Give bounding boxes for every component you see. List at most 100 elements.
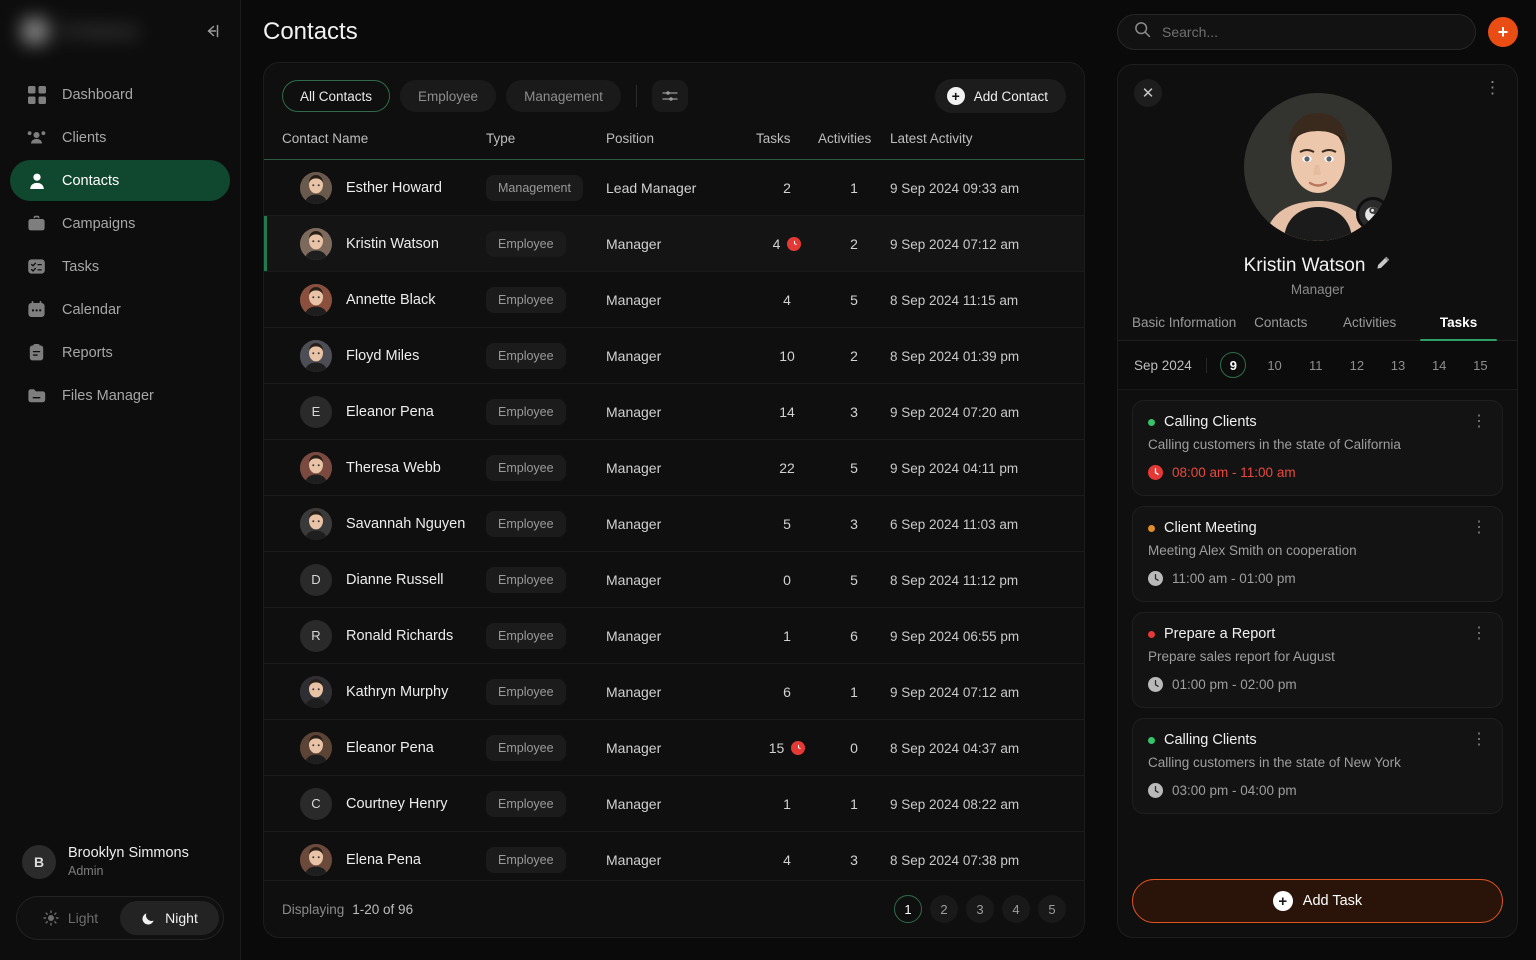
collapse-sidebar-icon[interactable] [198, 18, 224, 44]
clipboard-icon [26, 342, 47, 363]
filter-chip-management[interactable]: Management [506, 80, 621, 112]
column-header-latest-activity[interactable]: Latest Activity [890, 125, 1080, 160]
table-row[interactable]: Theresa Webb Employee Manager 22 5 9 Sep 2024… [264, 439, 1084, 496]
column-header-actions [1080, 125, 1084, 160]
task-card[interactable]: Prepare a Report ⋮ Prepare sales report fo… [1132, 612, 1503, 708]
search-row: + [1117, 0, 1518, 64]
table-row[interactable]: Kathryn Murphy Employee Manager 6 1 9 Sep 202… [264, 663, 1084, 720]
table-row[interactable]: Floyd Miles Employee Manager 10 2 8 Sep 2024 … [264, 327, 1084, 384]
page-button[interactable]: 4 [1002, 895, 1030, 923]
task-kebab-menu-icon[interactable]: ⋮ [1471, 520, 1487, 536]
table-row[interactable]: Annette Black Employee Manager 4 5 8 Sep 2024… [264, 271, 1084, 328]
tab-contacts[interactable]: Contacts [1236, 315, 1325, 340]
contact-name: Floyd Miles [346, 347, 420, 364]
theme-toggle[interactable]: Light Night [16, 896, 224, 940]
page-button[interactable]: 5 [1038, 895, 1066, 923]
day-button[interactable]: 14 [1426, 352, 1452, 378]
tab-basic-information[interactable]: Basic Information [1132, 315, 1236, 340]
table-row[interactable]: R Ronald Richards Employee Manager 1 6 9 Sep 2… [264, 607, 1084, 664]
tasks-count: 22 [779, 459, 795, 476]
sidebar-item-reports[interactable]: Reports [10, 332, 230, 373]
contact-name: Dianne Russell [346, 571, 444, 588]
add-contact-button[interactable]: + Add Contact [934, 79, 1066, 113]
page-button[interactable]: 2 [930, 895, 958, 923]
sidebar-item-tasks[interactable]: Tasks [10, 246, 230, 287]
sidebar-item-calendar[interactable]: Calendar [10, 289, 230, 330]
column-header-tasks[interactable]: Tasks [756, 125, 818, 160]
tab-activities[interactable]: Activities [1325, 315, 1414, 340]
page-button[interactable]: 1 [894, 895, 922, 923]
table-row[interactable]: Savannah Nguyen Employee Manager 5 3 6 Sep 20… [264, 495, 1084, 552]
table-row[interactable]: Kristin Watson Employee Manager 4 2 9 Sep 202… [264, 215, 1084, 272]
day-button[interactable]: 11 [1303, 352, 1329, 378]
theme-option-night[interactable]: Night [120, 901, 219, 935]
cell-activities: 5 [818, 551, 890, 608]
column-header-activities[interactable]: Activities [818, 125, 890, 160]
pagination: 12345 [894, 895, 1066, 923]
cell-tasks: 10 [756, 327, 818, 384]
cell-latest-activity: 6 Sep 2024 11:03 am [890, 495, 1080, 552]
day-button[interactable]: 9 [1220, 352, 1247, 378]
cell-activities: 3 [818, 495, 890, 552]
sidebar-item-label: Contacts [62, 172, 120, 189]
avatar: D [300, 563, 332, 596]
cell-latest-activity: 8 Sep 2024 11:15 am [890, 271, 1080, 328]
sidebar-footer: B Brooklyn Simmons Admin Light Night [0, 834, 240, 960]
date-month-label: Sep 2024 [1134, 357, 1207, 373]
column-header-contact-name[interactable]: Contact Name [264, 125, 486, 160]
profile-name: Kristin Watson [1243, 255, 1366, 276]
cell-actions: ⋮ [1080, 271, 1084, 328]
column-header-position[interactable]: Position [606, 125, 756, 160]
type-badge: Employee [486, 734, 566, 761]
task-card[interactable]: Calling Clients ⋮ Calling customers in the… [1132, 400, 1503, 496]
filter-chip-employee[interactable]: Employee [400, 80, 497, 112]
add-task-label: Add Task [1302, 893, 1363, 909]
cell-latest-activity: 8 Sep 2024 01:39 pm [890, 327, 1080, 384]
task-kebab-menu-icon[interactable]: ⋮ [1471, 414, 1487, 430]
task-card[interactable]: Client Meeting ⋮ Meeting Alex Smith on coo… [1132, 506, 1503, 602]
cell-activities: 5 [818, 439, 890, 496]
day-button[interactable]: 12 [1344, 352, 1370, 378]
sliders-icon[interactable] [651, 80, 688, 112]
cell-contact-name: D Dianne Russell [264, 551, 486, 608]
column-header-type[interactable]: Type [486, 125, 606, 160]
pencil-icon[interactable] [1375, 255, 1391, 277]
cell-contact-name: Kristin Watson [264, 215, 486, 272]
search-box[interactable] [1117, 14, 1476, 50]
table-row[interactable]: Elena Pena Employee Manager 4 3 8 Sep 2024 07… [264, 831, 1084, 880]
theme-light-label: Light [67, 910, 99, 926]
table-row[interactable]: E Eleanor Pena Employee Manager 14 3 9 Sep 202… [264, 383, 1084, 440]
task-kebab-menu-icon[interactable]: ⋮ [1471, 626, 1487, 642]
moon-icon [142, 912, 154, 925]
camera-icon[interactable] [1355, 197, 1390, 231]
table-row[interactable]: Esther Howard Management Lead Manager 2 1 9 S… [264, 159, 1084, 216]
page-button[interactable]: 3 [966, 895, 994, 923]
sidebar-item-contacts[interactable]: Contacts [10, 160, 230, 201]
day-button[interactable]: 10 [1262, 352, 1288, 378]
sidebar-item-dashboard[interactable]: Dashboard [10, 74, 230, 115]
table-row[interactable]: D Dianne Russell Employee Manager 0 5 8 Sep 20… [264, 551, 1084, 608]
tab-tasks[interactable]: Tasks [1414, 315, 1503, 341]
cell-actions: ⋮ [1080, 607, 1084, 664]
current-user[interactable]: B Brooklyn Simmons Admin [16, 834, 224, 896]
task-description: Meeting Alex Smith on cooperation [1148, 543, 1357, 558]
search-input[interactable] [1162, 24, 1459, 40]
table-row[interactable]: Eleanor Pena Employee Manager 15 0 8 Sep 2024… [264, 719, 1084, 776]
table-row[interactable]: C Courtney Henry Employee Manager 1 1 9 Sep 20… [264, 775, 1084, 832]
day-button[interactable]: 13 [1385, 352, 1411, 378]
cell-activities: 3 [818, 383, 890, 440]
add-task-button[interactable]: + Add Task [1132, 879, 1503, 923]
folder-icon [26, 385, 47, 406]
sidebar-item-clients[interactable]: Clients [10, 117, 230, 158]
sidebar-item-campaigns[interactable]: Campaigns [10, 203, 230, 244]
cell-actions: ⋮ [1080, 439, 1084, 496]
add-new-button[interactable]: + [1488, 17, 1518, 47]
cell-activities: 6 [818, 607, 890, 664]
filter-chip-all-contacts[interactable]: All Contacts [282, 80, 391, 112]
sidebar-item-files-manager[interactable]: Files Manager [10, 375, 230, 416]
task-card[interactable]: Calling Clients ⋮ Calling customers in the… [1132, 718, 1503, 814]
theme-option-light[interactable]: Light [21, 901, 120, 935]
day-button[interactable]: 15 [1467, 352, 1493, 378]
task-kebab-menu-icon[interactable]: ⋮ [1471, 732, 1487, 748]
add-contact-label: Add Contact [973, 88, 1048, 104]
